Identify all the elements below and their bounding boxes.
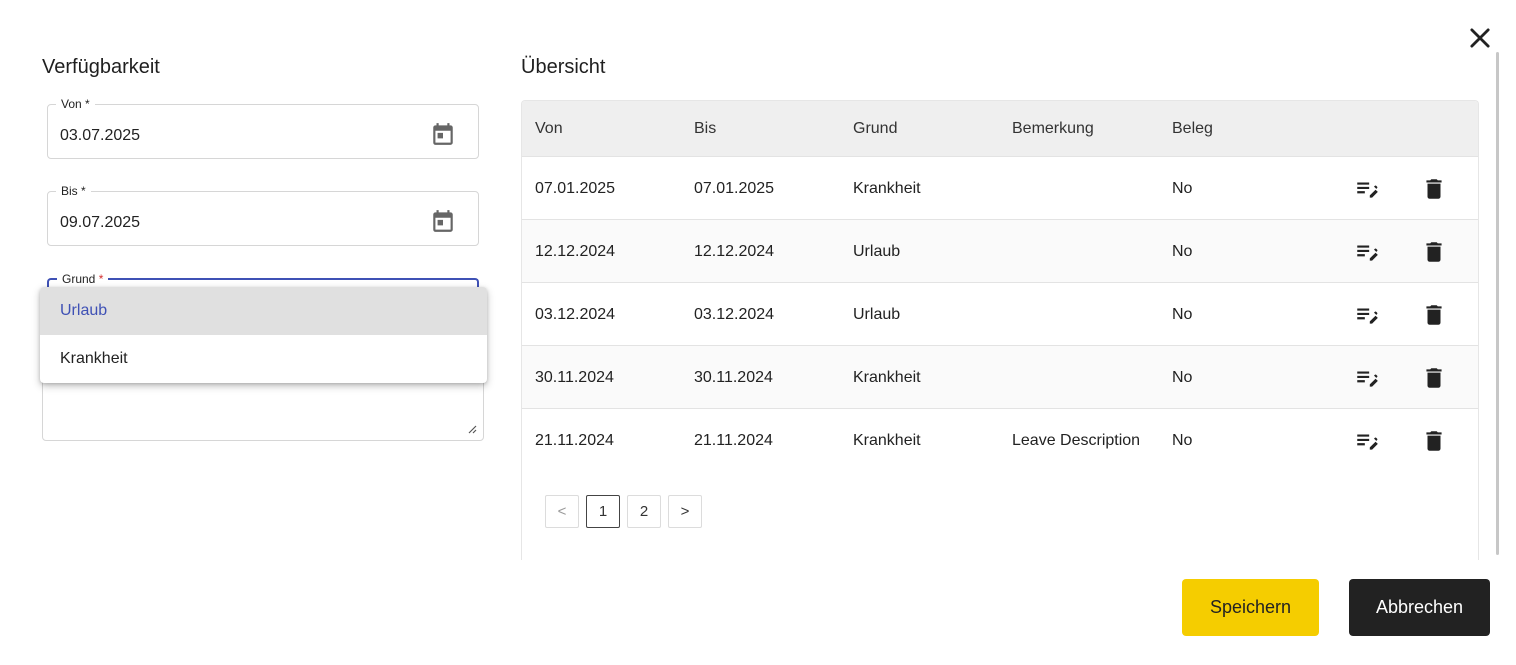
von-value: 03.07.2025 <box>60 127 141 144</box>
calendar-icon[interactable] <box>430 208 456 234</box>
cancel-button[interactable]: Abbrechen <box>1349 579 1490 636</box>
cell-beleg: No <box>1172 432 1193 449</box>
scrollbar[interactable] <box>1496 52 1499 555</box>
cell-beleg: No <box>1172 306 1193 323</box>
column-von: Von <box>535 120 563 137</box>
cell-beleg: No <box>1172 243 1193 260</box>
cell-von: 12.12.2024 <box>535 243 616 260</box>
edit-icon[interactable] <box>1354 239 1380 265</box>
column-grund: Grund <box>853 120 898 137</box>
cell-grund: Krankheit <box>853 432 921 449</box>
table-row: 03.12.2024 03.12.2024 Urlaub No <box>522 282 1478 345</box>
table-row: 21.11.2024 21.11.2024 Krankheit Leave De… <box>522 408 1478 471</box>
cell-von: 07.01.2025 <box>535 180 616 197</box>
delete-icon[interactable] <box>1421 428 1447 454</box>
calendar-icon[interactable] <box>430 121 456 147</box>
bis-value: 09.07.2025 <box>60 214 141 231</box>
cell-bis: 03.12.2024 <box>694 306 775 323</box>
resize-handle-icon[interactable] <box>467 424 477 434</box>
cell-grund: Krankheit <box>853 180 921 197</box>
cell-bis: 07.01.2025 <box>694 180 775 197</box>
cell-grund: Urlaub <box>853 243 901 260</box>
grund-label: Grund * <box>57 271 109 287</box>
cell-von: 21.11.2024 <box>535 432 614 449</box>
edit-icon[interactable] <box>1354 428 1380 454</box>
cell-beleg: No <box>1172 180 1193 197</box>
cell-bis: 30.11.2024 <box>694 369 773 386</box>
delete-icon[interactable] <box>1421 302 1447 328</box>
edit-icon[interactable] <box>1354 176 1380 202</box>
bis-label: Bis * <box>56 183 91 199</box>
column-bemerkung: Bemerkung <box>1012 120 1094 137</box>
bis-date-field[interactable]: Bis * 09.07.2025 <box>47 183 479 246</box>
next-page-button[interactable]: > <box>668 495 702 528</box>
close-button[interactable] <box>1466 24 1494 52</box>
delete-icon[interactable] <box>1421 239 1447 265</box>
bemerkung-textarea[interactable] <box>42 378 484 441</box>
overview-table: Von Bis Grund Bemerkung Beleg 07.01.2025… <box>521 100 1479 560</box>
table-row: 12.12.2024 12.12.2024 Urlaub No <box>522 219 1478 282</box>
column-beleg: Beleg <box>1172 120 1213 137</box>
table-header: Von Bis Grund Bemerkung Beleg <box>522 101 1478 156</box>
availability-title: Verfügbarkeit <box>42 56 160 78</box>
option-krankheit[interactable]: Krankheit <box>40 335 487 383</box>
overview-title: Übersicht <box>521 56 606 78</box>
delete-icon[interactable] <box>1421 176 1447 202</box>
cell-grund: Urlaub <box>853 306 901 323</box>
cell-von: 03.12.2024 <box>535 306 616 323</box>
page-2-button[interactable]: 2 <box>627 495 661 528</box>
table-row: 30.11.2024 30.11.2024 Krankheit No <box>522 345 1478 408</box>
delete-icon[interactable] <box>1421 365 1447 391</box>
cell-bis: 21.11.2024 <box>694 432 773 449</box>
cell-beleg: No <box>1172 369 1193 386</box>
column-bis: Bis <box>694 120 717 137</box>
cell-bis: 12.12.2024 <box>694 243 775 260</box>
option-urlaub[interactable]: Urlaub <box>40 287 487 335</box>
page-1-button[interactable]: 1 <box>586 495 620 528</box>
cell-von: 30.11.2024 <box>535 369 614 386</box>
close-icon <box>1470 28 1490 48</box>
table-row: 07.01.2025 07.01.2025 Krankheit No <box>522 156 1478 219</box>
von-label: Von * <box>56 96 95 112</box>
edit-icon[interactable] <box>1354 302 1380 328</box>
cell-grund: Krankheit <box>853 369 921 386</box>
prev-page-button[interactable]: < <box>545 495 579 528</box>
grund-dropdown: Urlaub Krankheit <box>40 287 487 383</box>
cell-bemerkung: Leave Description <box>1012 432 1141 449</box>
von-date-field[interactable]: Von * 03.07.2025 <box>47 96 479 159</box>
edit-icon[interactable] <box>1354 365 1380 391</box>
save-button[interactable]: Speichern <box>1182 579 1319 636</box>
